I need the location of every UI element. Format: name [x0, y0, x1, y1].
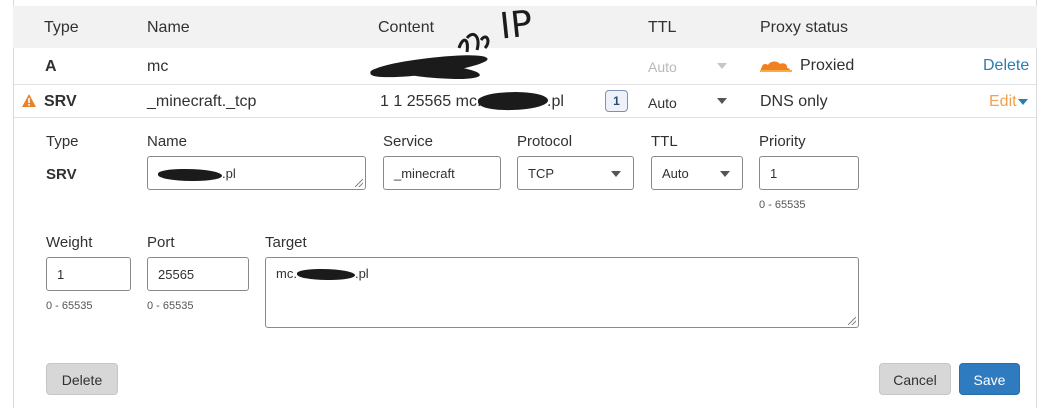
proxy-status: DNS only [760, 93, 828, 110]
ttl-value[interactable]: Auto [648, 59, 677, 75]
target-label: Target [265, 234, 307, 251]
record-content-suffix: .pl [547, 93, 564, 110]
chevron-down-icon[interactable] [717, 98, 727, 104]
type-value: SRV [46, 166, 77, 183]
priority-label: Priority [759, 133, 806, 150]
redacted-name [158, 168, 222, 181]
target-prefix: mc. [276, 266, 297, 281]
target-field[interactable]: mc. .pl [265, 257, 859, 328]
service-label: Service [383, 133, 434, 150]
delete-link[interactable]: Delete [983, 57, 1029, 75]
name-field-suffix: .pl [222, 166, 236, 181]
resize-handle[interactable] [355, 179, 363, 187]
column-name: Name [147, 19, 190, 36]
port-label: Port [147, 234, 175, 251]
record-type: A [45, 58, 57, 75]
weight-label: Weight [46, 234, 93, 251]
protocol-select[interactable]: TCP [517, 156, 634, 190]
weight-field[interactable]: 1 [46, 257, 131, 291]
resize-handle[interactable] [848, 317, 856, 325]
name-label: Name [147, 133, 188, 150]
chevron-down-icon [720, 171, 730, 177]
port-field[interactable]: 25565 [147, 257, 249, 291]
type-label: Type [46, 133, 79, 150]
name-field[interactable]: .pl [147, 156, 366, 190]
chevron-down-icon [611, 171, 621, 177]
target-suffix: .pl [354, 266, 369, 281]
column-type: Type [44, 19, 79, 36]
ttl-label: TTL [651, 133, 678, 150]
record-type: SRV [44, 93, 77, 110]
weight-hint: 0 - 65535 [46, 300, 93, 312]
protocol-value: TCP [528, 166, 554, 181]
port-hint: 0 - 65535 [147, 300, 194, 312]
warning-icon [22, 94, 36, 107]
redacted-target [296, 269, 355, 281]
cloud-icon [760, 61, 792, 72]
annotation-text: IP [497, 3, 535, 48]
ttl-value[interactable]: Auto [648, 95, 677, 111]
column-ttl: TTL [648, 19, 677, 36]
ttl-select-value: Auto [662, 166, 689, 181]
protocol-label: Protocol [517, 133, 573, 150]
cancel-button[interactable]: Cancel [879, 363, 951, 395]
ttl-select[interactable]: Auto [651, 156, 743, 190]
column-content: Content [378, 19, 435, 36]
chevron-down-icon[interactable] [1018, 99, 1028, 105]
edit-link[interactable]: Edit [989, 93, 1017, 111]
save-button[interactable]: Save [959, 363, 1020, 395]
chevron-down-icon[interactable] [717, 63, 727, 69]
priority-field[interactable]: 1 [759, 156, 859, 190]
priority-hint: 0 - 65535 [759, 199, 806, 211]
column-proxy-status: Proxy status [760, 19, 849, 36]
delete-button[interactable]: Delete [46, 363, 118, 395]
proxy-status: Proxied [800, 57, 855, 74]
record-name: _minecraft._tcp [147, 93, 257, 110]
record-name: mc [147, 58, 169, 75]
service-field[interactable]: _minecraft [383, 156, 501, 190]
record-content: 1 1 25565 mc. [380, 93, 482, 110]
priority-badge: 1 [605, 90, 628, 112]
